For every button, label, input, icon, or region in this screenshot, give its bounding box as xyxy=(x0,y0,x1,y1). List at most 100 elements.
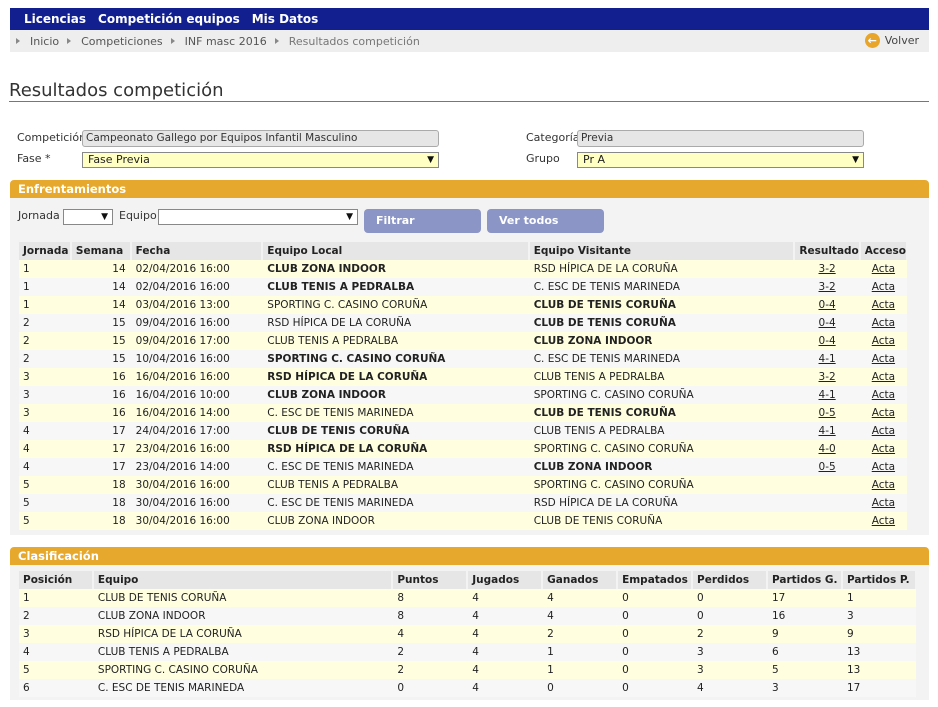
cell-acceso: Acta xyxy=(859,512,907,530)
resultado-link[interactable]: 0-5 xyxy=(819,461,836,473)
cell-pg: 5 xyxy=(766,661,842,679)
cell-equipo: CLUB TENIS A PEDRALBA xyxy=(92,643,393,661)
breadcrumb: Inicio Competiciones INF masc 2016 Resul… xyxy=(10,30,929,52)
jornada-label: Jornada xyxy=(18,209,60,222)
cell-equipo: SPORTING C. CASINO CORUÑA xyxy=(92,661,393,679)
cell-jugados: 4 xyxy=(467,589,543,607)
col-semana[interactable]: Semana xyxy=(70,242,132,260)
cell-pg: 17 xyxy=(766,589,842,607)
resultado-link[interactable]: 0-4 xyxy=(819,335,836,347)
cell-perdidos: 4 xyxy=(692,679,767,697)
cell-equipo-local: CLUB ZONA INDOOR xyxy=(262,386,529,404)
acta-link[interactable]: Acta xyxy=(872,479,895,491)
cell-jornada: 2 xyxy=(19,332,71,350)
cell-ganados: 1 xyxy=(542,661,618,679)
cell-jornada: 3 xyxy=(19,368,71,386)
cell-jornada: 4 xyxy=(19,458,71,476)
acta-link[interactable]: Acta xyxy=(872,371,895,383)
cell-perdidos: 0 xyxy=(692,589,767,607)
table-row: 4 CLUB TENIS A PEDRALBA 2 4 1 0 3 6 13 xyxy=(19,643,916,661)
categoria-label: Categoría xyxy=(526,131,580,144)
cell-equipo-local: CLUB ZONA INDOOR xyxy=(262,260,529,278)
grupo-select[interactable]: Pr A ▼ xyxy=(577,152,864,168)
acta-link[interactable]: Acta xyxy=(872,335,895,347)
resultado-link[interactable]: 4-1 xyxy=(819,389,836,401)
cell-acceso: Acta xyxy=(859,422,907,440)
cell-empatados: 0 xyxy=(617,607,693,625)
nav-competicion-equipos[interactable]: Competición equipos xyxy=(98,12,240,26)
breadcrumb-competiciones[interactable]: Competiciones xyxy=(67,35,163,48)
cell-pp: 13 xyxy=(841,643,916,661)
cell-perdidos: 0 xyxy=(692,607,767,625)
resultado-link[interactable]: 3-2 xyxy=(819,371,836,383)
cell-jugados: 4 xyxy=(467,661,543,679)
cell-empatados: 0 xyxy=(617,625,693,643)
cell-perdidos: 3 xyxy=(692,661,767,679)
nav-mis-datos[interactable]: Mis Datos xyxy=(252,12,319,26)
col-resultado[interactable]: Resultado xyxy=(794,242,861,260)
resultado-link[interactable]: 0-4 xyxy=(819,317,836,329)
cell-puntos: 2 xyxy=(392,643,468,661)
grupo-label: Grupo xyxy=(526,152,560,165)
cell-fecha: 09/04/2016 16:00 xyxy=(130,314,263,332)
back-button[interactable]: ← Volver xyxy=(864,33,919,48)
cell-resultado: 4-1 xyxy=(794,386,860,404)
resultado-link[interactable]: 4-0 xyxy=(819,443,836,455)
dropdown-arrow-icon: ▼ xyxy=(852,155,859,165)
cell-resultado: 0-5 xyxy=(794,404,860,422)
col-jugados: Jugados xyxy=(467,571,544,589)
col-acceso[interactable]: Acceso xyxy=(859,242,909,260)
breadcrumb-inf-masc[interactable]: INF masc 2016 xyxy=(170,35,267,48)
cell-posicion: 2 xyxy=(19,607,93,625)
cell-fecha: 10/04/2016 16:00 xyxy=(130,350,263,368)
enfrentamientos-header: Enfrentamientos xyxy=(10,180,929,198)
ver-todos-button[interactable]: Ver todos xyxy=(487,209,604,233)
jornada-select[interactable]: ▼ xyxy=(63,209,113,225)
cell-jornada: 5 xyxy=(19,476,71,494)
acta-link[interactable]: Acta xyxy=(872,353,895,365)
acta-link[interactable]: Acta xyxy=(872,443,895,455)
acta-link[interactable]: Acta xyxy=(872,389,895,401)
resultado-link[interactable]: 0-5 xyxy=(819,407,836,419)
resultado-link[interactable]: 0-4 xyxy=(819,299,836,311)
table-row: 5 18 30/04/2016 16:00 C. ESC DE TENIS MARIN… xyxy=(19,494,907,512)
cell-semana: 14 xyxy=(70,260,131,278)
col-equipo-local[interactable]: Equipo Local xyxy=(262,242,530,260)
resultado-link[interactable]: 3-2 xyxy=(819,263,836,275)
cell-acceso: Acta xyxy=(859,386,907,404)
cell-equipo-local: RSD HÍPICA DE LA CORUÑA xyxy=(262,314,529,332)
filtrar-button[interactable]: Filtrar xyxy=(364,209,481,233)
col-equipo-visitante[interactable]: Equipo Visitante xyxy=(528,242,796,260)
fase-select[interactable]: Fase Previa ▼ xyxy=(82,152,439,168)
cell-jornada: 1 xyxy=(19,260,71,278)
breadcrumb-inicio[interactable]: Inicio xyxy=(16,35,59,48)
col-partidos-g: Partidos G. xyxy=(766,571,843,589)
resultado-link[interactable]: 4-1 xyxy=(819,353,836,365)
cell-fecha: 03/04/2016 13:00 xyxy=(130,296,263,314)
col-jornada[interactable]: Jornada xyxy=(19,242,72,260)
acta-link[interactable]: Acta xyxy=(872,299,895,311)
cell-posicion: 5 xyxy=(19,661,93,679)
cell-empatados: 0 xyxy=(617,661,693,679)
acta-link[interactable]: Acta xyxy=(872,407,895,419)
table-row: 4 17 23/04/2016 16:00 RSD HÍPICA DE LA CORU… xyxy=(19,440,907,458)
acta-link[interactable]: Acta xyxy=(872,461,895,473)
equipo-select[interactable]: ▼ xyxy=(158,209,358,225)
col-fecha[interactable]: Fecha xyxy=(130,242,264,260)
acta-link[interactable]: Acta xyxy=(872,263,895,275)
cell-equipo-visitante: SPORTING C. CASINO CORUÑA xyxy=(528,440,795,458)
cell-fecha: 16/04/2016 16:00 xyxy=(130,368,263,386)
nav-licencias[interactable]: Licencias xyxy=(24,12,86,26)
acta-link[interactable]: Acta xyxy=(872,317,895,329)
acta-link[interactable]: Acta xyxy=(872,497,895,509)
cell-empatados: 0 xyxy=(617,679,693,697)
cell-posicion: 6 xyxy=(19,679,93,697)
acta-link[interactable]: Acta xyxy=(872,425,895,437)
cell-jornada: 4 xyxy=(19,422,71,440)
acta-link[interactable]: Acta xyxy=(872,515,895,527)
table-row: 1 14 02/04/2016 16:00 CLUB TENIS A PEDRALBA… xyxy=(19,278,907,296)
acta-link[interactable]: Acta xyxy=(872,281,895,293)
resultado-link[interactable]: 3-2 xyxy=(819,281,836,293)
resultado-link[interactable]: 4-1 xyxy=(819,425,836,437)
table-row: 3 16 16/04/2016 14:00 C. ESC DE TENIS MARIN… xyxy=(19,404,907,422)
